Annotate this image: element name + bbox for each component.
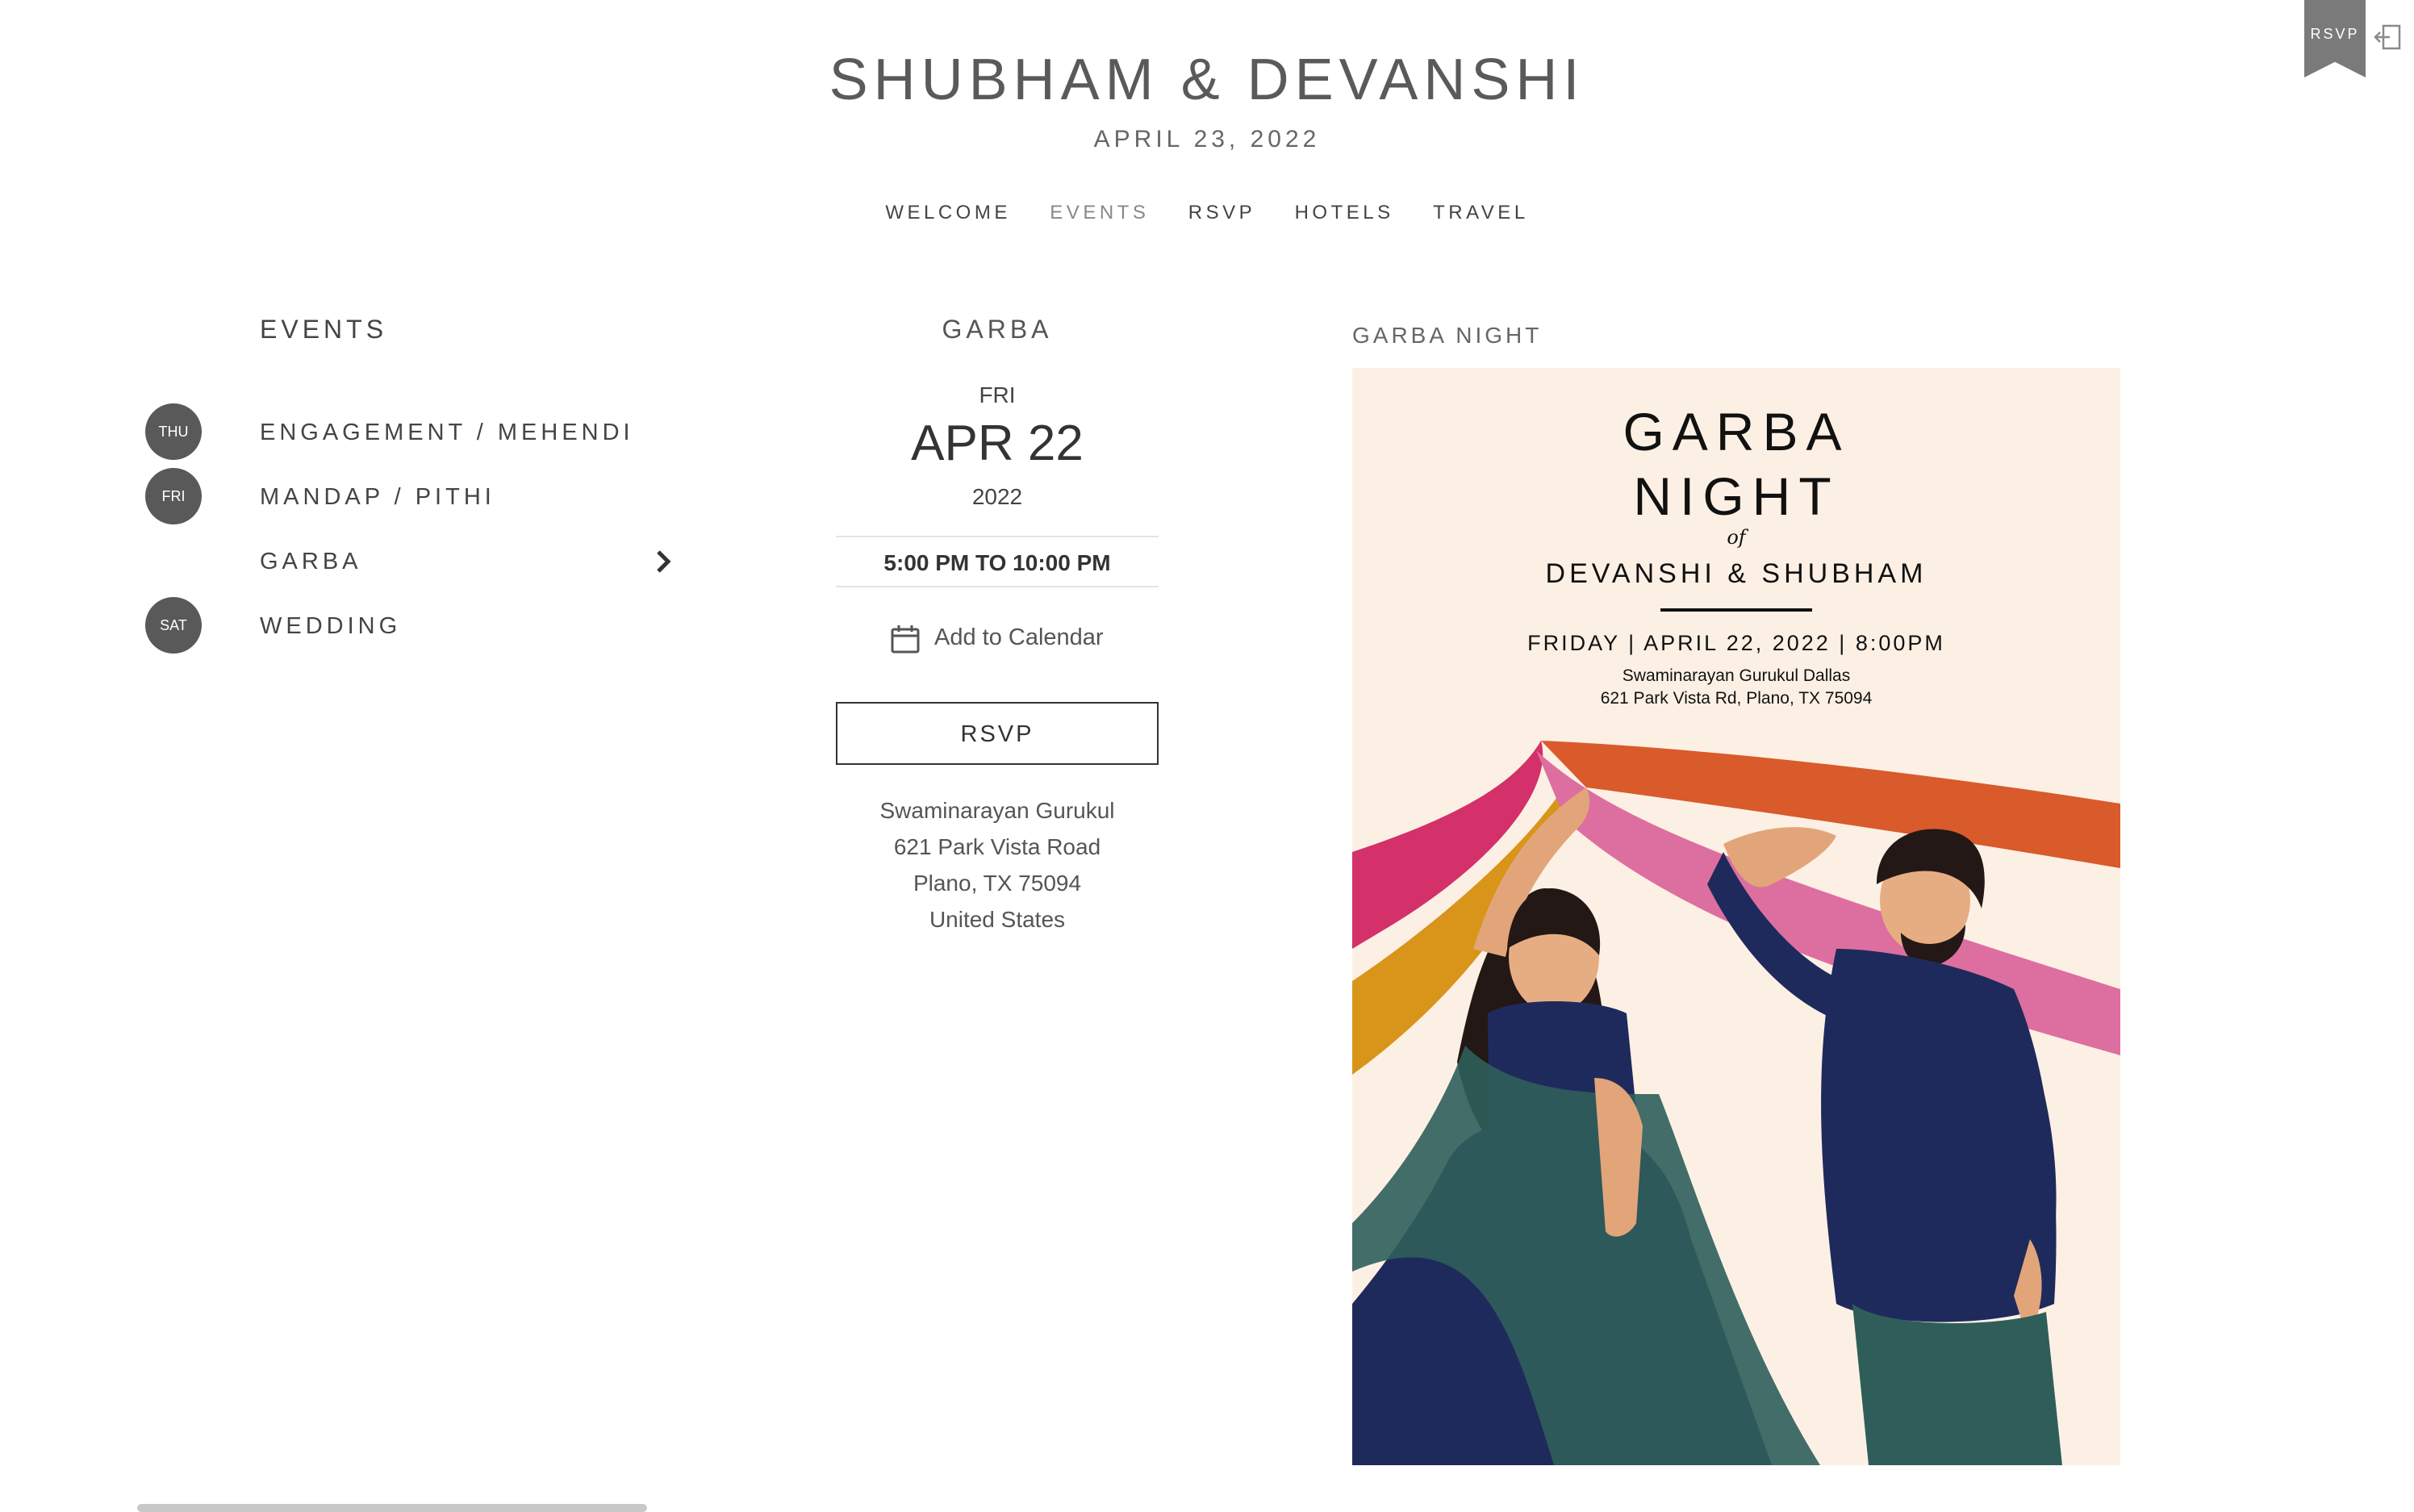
event-year: 2022	[971, 484, 1023, 509]
invitation-caption: GARBA NIGHT	[1352, 323, 1543, 348]
event-title: GARBA	[942, 315, 1053, 344]
day-badge: SAT	[145, 597, 202, 654]
event-item-garba[interactable]: GARBA	[145, 533, 694, 592]
event-item-wedding[interactable]: SAT WEDDING	[145, 597, 694, 657]
rsvp-button[interactable]: RSVP	[836, 702, 1159, 765]
address-line: United States	[929, 907, 1066, 932]
invite-venue: Swaminarayan Gurukul Dallas	[1623, 666, 1850, 685]
event-address: Swaminarayan Gurukul 621 Park Vista Road…	[836, 792, 1159, 938]
invite-when: FRIDAY | APRIL 22, 2022 | 8:00PM	[1527, 631, 1945, 655]
day-badge: THU	[145, 403, 202, 460]
event-label: MANDAP / PITHI	[260, 484, 495, 510]
event-label: GARBA	[260, 549, 362, 574]
event-item-engagement[interactable]: THU ENGAGEMENT / MEHENDI	[145, 403, 694, 463]
chevron-right-icon	[657, 550, 671, 573]
event-label: WEDDING	[260, 613, 402, 639]
sign-in-icon[interactable]	[2372, 21, 2404, 53]
event-day-of-week: FRI	[979, 382, 1016, 407]
add-to-calendar-link[interactable]: Add to Calendar	[836, 616, 1159, 660]
invitation-image: GARBA NIGHT of DEVANSHI & SHUBHAM FRIDAY…	[1352, 368, 2120, 1465]
nav-travel[interactable]: TRAVEL	[1433, 202, 1529, 224]
nav-rsvp[interactable]: RSVP	[1188, 202, 1255, 224]
address-line: 621 Park Vista Road	[893, 834, 1101, 859]
invite-line-night: NIGHT	[1633, 466, 1839, 526]
invite-venue-address: 621 Park Vista Rd, Plano, TX 75094	[1601, 689, 1873, 708]
event-item-mandap[interactable]: FRI MANDAP / PITHI	[145, 468, 694, 528]
invite-of: of	[1727, 526, 1748, 549]
calendar-icon	[891, 625, 920, 654]
address-line: Plano, TX 75094	[913, 871, 1082, 896]
day-badge: FRI	[145, 468, 202, 524]
events-heading: EVENTS	[260, 315, 388, 344]
horizontal-scrollbar[interactable]	[137, 1504, 647, 1512]
address-line: Swaminarayan Gurukul	[879, 798, 1115, 823]
divider	[836, 586, 1159, 587]
divider	[836, 536, 1159, 537]
wedding-date: APRIL 23, 2022	[1093, 126, 1321, 152]
nav-welcome[interactable]: WELCOME	[885, 202, 1011, 224]
invitation-illustration: GARBA NIGHT of DEVANSHI & SHUBHAM FRIDAY…	[1352, 368, 2120, 1465]
couple-title: SHUBHAM & DEVANSHI	[829, 48, 1585, 112]
event-label: ENGAGEMENT / MEHENDI	[260, 420, 634, 445]
event-time: 5:00 PM TO 10:00 PM	[883, 550, 1111, 575]
main-nav: WELCOME EVENTS RSVP HOTELS TRAVEL	[0, 202, 2414, 224]
add-to-calendar-label: Add to Calendar	[934, 624, 1104, 650]
nav-hotels[interactable]: HOTELS	[1295, 202, 1394, 224]
invite-names: DEVANSHI & SHUBHAM	[1546, 558, 1927, 589]
event-date: APR 22	[911, 416, 1084, 471]
nav-events[interactable]: EVENTS	[1050, 202, 1149, 224]
invite-line-garba: GARBA	[1623, 402, 1849, 462]
invite-rule	[1660, 608, 1812, 612]
